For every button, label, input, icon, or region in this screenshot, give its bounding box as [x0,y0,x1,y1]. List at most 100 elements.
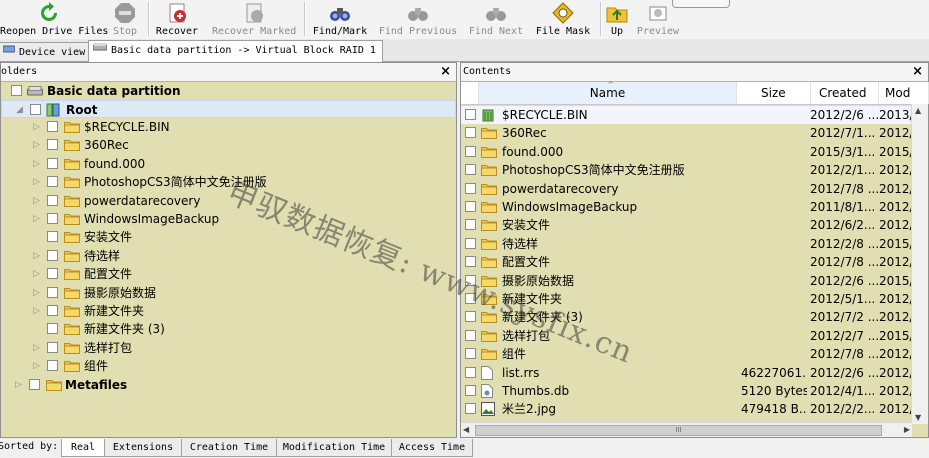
contents-row[interactable]: 配置文件 2012/7/8 ...2012/7 [461,253,913,271]
contents-row[interactable]: WindowsImageBackup 2011/8/1...2012/7 [461,198,913,216]
row-checkbox[interactable] [465,293,476,304]
tree-item-folder[interactable]: ▷ found.000 [1,155,456,173]
tree-checkbox[interactable] [47,341,58,353]
tree-item-folder[interactable]: ▷ WindowsImageBackup [1,210,456,228]
close-icon[interactable]: × [440,63,451,81]
expand-icon[interactable]: ▷ [33,192,42,210]
row-checkbox[interactable] [465,256,476,268]
tree-checkbox[interactable] [47,213,58,224]
name-column-header[interactable]: ^ Name [479,80,737,104]
find-next-button[interactable]: Find Next [468,0,524,39]
file-mask-button[interactable]: File Mask [534,0,592,39]
contents-row[interactable]: 米兰2.jpg 479418 B...2012/2/2...2012/2 [461,400,913,418]
tree-item-basic-data-partition[interactable]: Basic data partition [1,82,456,100]
tree-item-metafiles[interactable]: ▷ Metafiles [1,376,456,394]
up-button[interactable]: Up [604,0,630,39]
sort-tab-access-time[interactable]: Access Time [391,439,473,457]
stop-button[interactable]: Stop [108,0,142,39]
scroll-up-icon[interactable]: ▲ [915,106,921,115]
tree-checkbox[interactable] [47,139,58,151]
row-checkbox[interactable] [465,127,476,139]
tree-checkbox[interactable] [47,231,58,243]
tree-checkbox[interactable] [29,379,40,390]
contents-row[interactable]: 新建文件夹 2012/5/1...2012/5 [461,290,913,308]
sort-tab-creation-time[interactable]: Creation Time [181,439,277,457]
modified-column-header[interactable]: Mod [879,82,929,104]
tree-item-folder[interactable]: ▷ 配置文件 [1,265,456,283]
find-mark-button[interactable]: Find/Mark [312,0,368,39]
row-checkbox[interactable] [465,329,476,341]
contents-row[interactable]: PhotoshopCS3简体中文免注册版 2012/2/1...2012/2 [461,161,913,179]
expand-icon[interactable]: ▷ [33,118,42,136]
contents-row[interactable]: Thumbs.db 5120 Bytes2012/4/1...2012/4 [461,382,913,400]
tree-item-folder[interactable]: ▷ powerdatarecovery [1,192,456,210]
tree-item-folder[interactable]: ▷ $RECYCLE.BIN [1,118,456,136]
sort-tab-real[interactable]: Real [61,439,105,457]
contents-row[interactable]: 安装文件 2012/6/2...2012/7 [461,216,913,234]
row-checkbox[interactable] [465,348,476,360]
expand-icon[interactable]: ▷ [33,265,42,283]
tree-item-folder[interactable]: 新建文件夹 (3) [1,320,456,338]
tree-checkbox[interactable] [47,249,58,261]
tree-item-folder[interactable]: 安装文件 [1,228,456,246]
find-previous-button[interactable]: Find Previous [378,0,458,39]
tree-item-folder[interactable]: ▷ 新建文件夹 [1,302,456,320]
sort-tab-modification-time[interactable]: Modification Time [276,439,392,457]
tree-item-folder[interactable]: ▷ 组件 [1,357,456,375]
contents-row[interactable]: $RECYCLE.BIN 2012/2/6 ...2013/9 [461,106,913,124]
row-checkbox[interactable] [465,274,476,286]
contents-row[interactable]: 新建文件夹 (3) 2012/7/2 ...2012/7 [461,308,913,326]
contents-row[interactable]: powerdatarecovery 2012/7/8 ...2012/7 [461,180,913,198]
tree-checkbox[interactable] [30,104,41,115]
contents-row[interactable]: 组件 2012/7/8 ...2012/7 [461,345,913,363]
tree-checkbox[interactable] [47,268,58,280]
tree-checkbox[interactable] [47,176,58,188]
expand-icon[interactable]: ▷ [33,357,42,375]
tab-device-view[interactable]: Device view [0,42,93,61]
tree-item-folder[interactable]: ▷ PhotoshopCS3简体中文免注册版 [1,173,456,191]
tree-checkbox[interactable] [47,121,58,132]
contents-row[interactable]: 360Rec 2012/7/1...2012/7 [461,124,913,142]
contents-row[interactable]: 选样打包 2012/2/7 ...2015/3 [461,327,913,345]
row-checkbox[interactable] [465,182,476,194]
reopen-drive-files-button[interactable]: Reopen Drive Files [0,0,108,39]
contents-row[interactable]: 摄影原始数据 2012/2/6 ...2015/2 [461,272,913,290]
tree-checkbox[interactable] [47,305,58,316]
tree-checkbox[interactable] [47,286,58,298]
expand-icon[interactable]: ▷ [33,173,42,191]
row-checkbox[interactable] [465,145,476,157]
contents-row[interactable]: list.rrs 46227061...2012/2/6 ...2012/2 [461,364,913,382]
scroll-right-icon[interactable]: ▶ [904,423,910,437]
expand-icon[interactable]: ▷ [33,302,42,320]
row-checkbox[interactable] [465,201,476,212]
expand-icon[interactable]: ▷ [33,136,42,154]
created-column-header[interactable]: Created [811,82,879,104]
tree-item-folder[interactable]: ▷ 360Rec [1,136,456,154]
row-checkbox[interactable] [465,237,476,249]
row-checkbox[interactable] [465,403,476,415]
tree-checkbox[interactable] [47,194,58,206]
tree-item-folder[interactable]: ▷ 待选样 [1,247,456,265]
expand-icon[interactable]: ▷ [33,210,42,228]
tree-checkbox[interactable] [11,85,22,96]
contents-row[interactable]: 待选样 2012/2/8 ...2015/3 [461,235,913,253]
expand-icon[interactable]: ▷ [15,376,24,394]
row-checkbox[interactable] [465,219,476,231]
horizontal-scrollbar[interactable]: ◀ III ▶ [461,422,912,437]
row-checkbox[interactable] [465,164,476,176]
tab-partition-view[interactable]: Basic data partition -> Virtual Block RA… [88,40,383,62]
extra-toolbar-button[interactable] [672,0,730,8]
expand-icon[interactable]: ▷ [33,247,42,265]
vertical-scrollbar[interactable]: ▲ ▼ [911,104,928,424]
collapse-icon[interactable]: ◢ [16,101,25,119]
recover-marked-button[interactable]: Recover Marked [212,0,296,39]
horizontal-scroll-thumb[interactable]: III [475,425,882,436]
expand-icon[interactable]: ▷ [33,155,42,173]
expand-icon[interactable]: ▷ [33,284,42,302]
tree-item-folder[interactable]: ▷ 摄影原始数据 [1,284,456,302]
recover-button[interactable]: Recover [154,0,200,39]
tree-item-root[interactable]: ◢ Root [1,100,456,118]
row-checkbox[interactable] [465,311,476,323]
tree-checkbox[interactable] [47,323,58,335]
scroll-left-icon[interactable]: ◀ [463,423,469,437]
